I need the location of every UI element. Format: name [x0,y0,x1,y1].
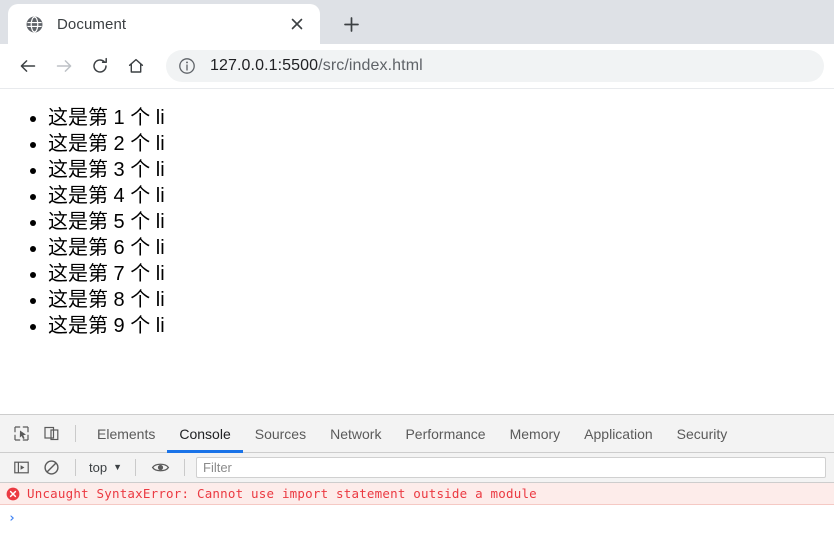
plus-icon [343,16,359,32]
tab-strip: Document [0,0,834,44]
error-badge-icon [6,487,20,500]
tab-title: Document [57,15,127,33]
back-button[interactable] [10,48,46,84]
toolbar-divider [75,425,76,442]
console-prompt-input[interactable] [16,510,834,526]
list-item: 这是第 6 个 li [48,235,834,261]
li-list: 这是第 1 个 li 这是第 2 个 li 这是第 3 个 li 这是第 4 个… [0,105,834,339]
new-tab-button[interactable] [334,7,368,41]
clear-console-icon[interactable] [36,454,66,482]
list-item: 这是第 3 个 li [48,157,834,183]
console-messages: Uncaught SyntaxError: Cannot use import … [0,483,834,552]
console-toolbar-divider-2 [135,459,136,476]
console-prompt-row[interactable]: › [0,505,834,527]
globe-icon [26,15,43,33]
browser-window: Document 127.0.0.1:5500/src/index.html •… [0,0,834,552]
list-item: 这是第 7 个 li [48,261,834,287]
devtools-tab-application[interactable]: Application [572,415,665,453]
url-path: /src/index.html [318,57,423,74]
devtools-tab-performance[interactable]: Performance [393,415,497,453]
list-item: 这是第 4 个 li [48,183,834,209]
forward-button[interactable] [46,48,82,84]
execution-context-label: top [89,460,108,475]
console-error-message[interactable]: Uncaught SyntaxError: Cannot use import … [0,483,834,505]
list-item: 这是第 5 个 li [48,209,834,235]
list-item: 这是第 2 个 li [48,131,834,157]
browser-tab-document[interactable]: Document [8,4,320,44]
prompt-caret-icon: › [8,510,16,526]
devtools-tab-elements[interactable]: Elements [85,415,167,453]
devtools-tab-console[interactable]: Console [167,415,244,453]
devtools-tab-memory[interactable]: Memory [498,415,573,453]
execution-context-selector[interactable]: top ▼ [85,460,126,475]
console-error-text: Uncaught SyntaxError: Cannot use import … [27,486,537,501]
home-button[interactable] [118,48,154,84]
list-item: 这是第 9 个 li [48,313,834,339]
close-icon[interactable] [286,13,308,35]
chevron-down-icon: ▼ [113,462,122,472]
arrow-right-icon [56,60,72,72]
address-bar-url: 127.0.0.1:5500/src/index.html [210,57,423,75]
console-filter-input[interactable]: Filter [196,457,826,478]
device-toolbar-icon[interactable] [36,420,66,448]
arrow-left-icon [20,60,36,72]
inspect-cursor-icon[interactable] [6,420,36,448]
reload-button[interactable] [82,48,118,84]
devtools-tab-network[interactable]: Network [318,415,393,453]
info-circle-icon[interactable] [178,57,196,75]
console-toolbar-divider-1 [75,459,76,476]
console-toolbar-divider-3 [184,459,185,476]
devtools-panel: Elements Console Sources Network Perform… [0,414,834,552]
url-host: 127.0.0.1:5500 [210,57,319,74]
list-item: 这是第 1 个 li [48,105,834,131]
eye-icon[interactable] [145,454,175,482]
home-icon [128,58,144,73]
console-toolbar: top ▼ Filter [0,453,834,483]
page-viewport: 这是第 1 个 li 这是第 2 个 li 这是第 3 个 li 这是第 4 个… [0,89,834,414]
devtools-tab-security[interactable]: Security [665,415,740,453]
reload-icon [93,57,107,73]
console-sidebar-icon[interactable] [6,454,36,482]
list-item: 这是第 8 个 li [48,287,834,313]
devtools-tabbar: Elements Console Sources Network Perform… [0,415,834,453]
address-bar[interactable]: 127.0.0.1:5500/src/index.html [166,50,824,82]
devtools-tab-sources[interactable]: Sources [243,415,318,453]
browser-toolbar: 127.0.0.1:5500/src/index.html [0,44,834,89]
